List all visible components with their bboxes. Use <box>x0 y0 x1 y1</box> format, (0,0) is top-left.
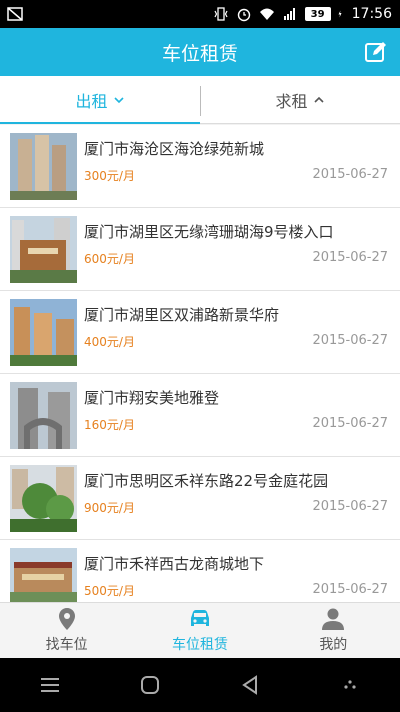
nav-label: 找车位 <box>45 637 88 653</box>
listing-photo <box>10 216 77 283</box>
list-item[interactable]: 厦门市湖里区双浦路新景华府 400元/月 2015-06-27 <box>0 291 400 374</box>
chevron-up-icon <box>313 96 324 103</box>
listing-price: 400元/月 <box>84 335 135 349</box>
listing-price: 900元/月 <box>84 501 135 515</box>
listing-photo <box>10 133 77 200</box>
tab-seek-rent[interactable]: 求租 <box>200 76 400 123</box>
nav-find-parking[interactable]: 找车位 <box>0 603 133 658</box>
vibrate-icon <box>214 7 228 21</box>
listing-title: 厦门市思明区禾祥东路22号金庭花园 <box>84 472 329 490</box>
nav-label: 我的 <box>319 637 348 653</box>
list-item[interactable]: 厦门市思明区禾祥东路22号金庭花园 900元/月 2015-06-27 <box>0 457 400 540</box>
listing-photo <box>10 299 77 366</box>
listing-date: 2015-06-27 <box>312 416 388 431</box>
listing-date: 2015-06-27 <box>312 167 388 182</box>
tab-rent-out[interactable]: 出租 <box>0 76 200 124</box>
listing-date: 2015-06-27 <box>312 333 388 348</box>
signal-icon <box>283 8 295 20</box>
bottom-nav: 找车位 车位租赁 我的 <box>0 602 400 658</box>
menu-icon[interactable] <box>38 673 62 697</box>
listing-title: 厦门市禾祥西古龙商城地下 <box>84 555 265 573</box>
listing-date: 2015-06-27 <box>312 250 388 265</box>
notification-icon <box>7 7 23 21</box>
home-icon[interactable] <box>138 673 162 697</box>
page-title: 车位租赁 <box>161 42 238 65</box>
user-icon <box>322 608 345 630</box>
list-item[interactable]: 厦门市禾祥西古龙商城地下 500元/月 2015-06-27 <box>0 540 400 602</box>
car-icon <box>190 610 209 626</box>
listing-date: 2015-06-27 <box>312 582 388 597</box>
location-pin-icon <box>58 608 75 630</box>
listing-title: 厦门市湖里区双浦路新景华府 <box>84 306 280 324</box>
nav-label: 车位租赁 <box>171 637 228 653</box>
listing-title: 厦门市海沧区海沧绿苑新城 <box>84 140 265 158</box>
wifi-icon <box>259 8 274 20</box>
listing-date: 2015-06-27 <box>312 499 388 514</box>
tab-label: 出租 <box>75 91 108 111</box>
listing-price: 600元/月 <box>84 252 135 266</box>
listing-price: 300元/月 <box>84 169 135 183</box>
list-item[interactable]: 厦门市海沧区海沧绿苑新城 300元/月 2015-06-27 <box>0 125 400 208</box>
system-nav-bar <box>0 658 400 712</box>
clock: 17:56 <box>351 6 392 22</box>
list-item[interactable]: 厦门市湖里区无缘湾珊瑚海9号楼入口 600元/月 2015-06-27 <box>0 208 400 291</box>
listing-price: 160元/月 <box>84 418 135 432</box>
app-header: 车位租赁 <box>0 28 400 76</box>
listing-price: 500元/月 <box>84 584 135 598</box>
charging-icon <box>338 10 342 18</box>
tab-label: 求租 <box>275 91 308 111</box>
back-icon[interactable] <box>238 673 262 697</box>
chevron-down-icon <box>113 96 124 103</box>
nav-parking-rental[interactable]: 车位租赁 <box>133 603 266 658</box>
listing-title: 厦门市翔安美地雅登 <box>84 389 220 407</box>
edit-icon[interactable] <box>364 40 388 64</box>
listing-photo <box>10 382 77 449</box>
nav-profile[interactable]: 我的 <box>267 603 400 658</box>
tab-divider <box>200 86 201 116</box>
listing-list[interactable]: 厦门市海沧区海沧绿苑新城 300元/月 2015-06-27 厦门市湖里区无缘湾… <box>0 125 400 602</box>
battery-indicator: 39 <box>304 7 331 21</box>
more-icon[interactable] <box>338 673 362 697</box>
listing-title: 厦门市湖里区无缘湾珊瑚海9号楼入口 <box>84 223 334 241</box>
list-item[interactable]: 厦门市翔安美地雅登 160元/月 2015-06-27 <box>0 374 400 457</box>
listing-photo <box>10 465 77 532</box>
alarm-icon <box>237 8 250 22</box>
status-bar: 39 17:56 <box>0 0 400 28</box>
listing-photo <box>10 548 77 602</box>
